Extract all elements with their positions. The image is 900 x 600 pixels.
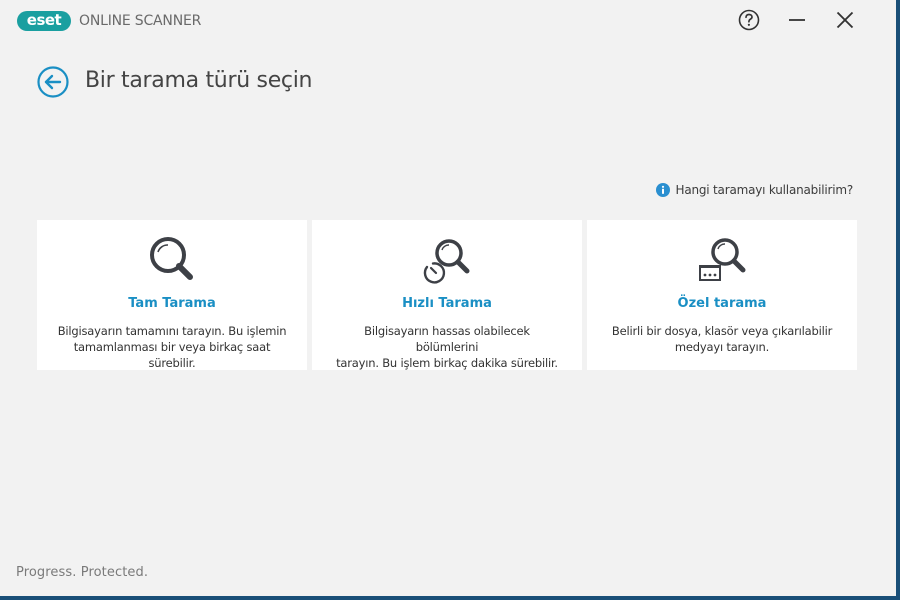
app-window: eset ONLINE SCANNER Bir tarama türü seçi… (0, 0, 896, 596)
which-scan-help-link[interactable]: Hangi taramayı kullanabilirim? (655, 183, 854, 197)
arrow-left-circle-icon (37, 66, 69, 98)
magnifier-drive-icon (699, 238, 746, 281)
help-button[interactable] (734, 6, 764, 34)
back-button[interactable] (37, 66, 69, 98)
full-scan-title: Tam Tarama (128, 296, 216, 311)
minimize-button[interactable] (782, 6, 812, 34)
close-icon (836, 11, 854, 29)
custom-scan-desc-line2: medyayı tarayın. (674, 340, 770, 354)
close-button[interactable] (830, 6, 860, 34)
question-circle-icon (738, 9, 760, 31)
full-scan-card[interactable]: Tam Tarama Bilgisayarın tamamını tarayın… (37, 220, 307, 370)
quick-scan-desc-line1: Bilgisayarın hassas olabilecek bölümleri… (364, 324, 530, 354)
magnifier-clock-icon (423, 239, 470, 284)
app-title: ONLINE SCANNER (79, 12, 202, 29)
footer-tagline: Progress. Protected. (16, 565, 149, 580)
custom-scan-description: Belirli bir dosya, klasör veya çıkarılab… (607, 323, 837, 355)
quick-scan-title: Hızlı Tarama (402, 296, 492, 311)
eset-logo: eset ONLINE SCANNER (17, 10, 201, 31)
quick-scan-card[interactable]: Hızlı Tarama Bilgisayarın hassas olabile… (312, 220, 582, 370)
full-scan-description: Bilgisayarın tamamını tarayın. Bu işlemi… (57, 323, 287, 371)
custom-scan-desc-line1: Belirli bir dosya, klasör veya çıkarılab… (611, 324, 833, 338)
info-icon (655, 183, 670, 197)
page-title: Bir tarama türü seçin (85, 68, 313, 93)
quick-scan-desc-line2: tarayın. Bu işlem birkaç dakika sürebili… (336, 356, 558, 370)
full-scan-desc-line2: tamamlanması bir veya birkaç saat sürebi… (73, 340, 271, 370)
help-link-label: Hangi taramayı kullanabilirim? (675, 183, 854, 197)
quick-scan-description: Bilgisayarın hassas olabilecek bölümleri… (332, 323, 562, 371)
magnifier-icon (150, 237, 193, 280)
full-scan-desc-line1: Bilgisayarın tamamını tarayın. Bu işlemi… (57, 324, 287, 338)
custom-scan-card[interactable]: Özel tarama Belirli bir dosya, klasör ve… (587, 220, 857, 370)
logo-badge: eset (17, 10, 71, 31)
minimize-icon (789, 19, 805, 21)
custom-scan-title: Özel tarama (677, 296, 767, 311)
